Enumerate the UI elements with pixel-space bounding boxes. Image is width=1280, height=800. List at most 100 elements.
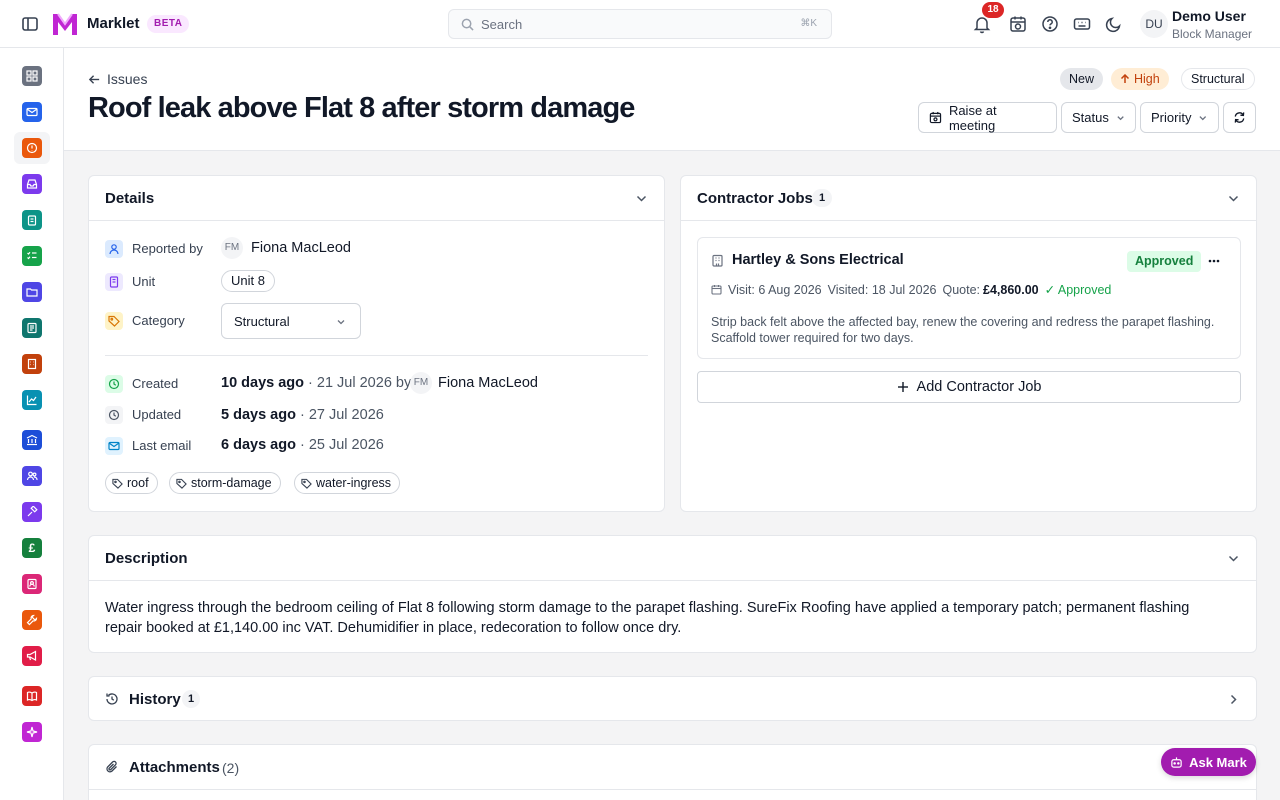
details-card-header[interactable]: Details	[89, 176, 664, 221]
rail-item-inbox[interactable]	[14, 168, 50, 200]
rail-item-reports[interactable]	[14, 312, 50, 344]
created-value: 10 days ago · 21 Jul 2026 by	[221, 375, 412, 391]
rail-item-announcements[interactable]	[14, 640, 50, 672]
search-input[interactable]	[481, 15, 761, 33]
rail-item-knowledge[interactable]	[14, 680, 50, 712]
attachments-count: (2)	[222, 760, 240, 776]
quote-value: £4,860.00	[983, 282, 1039, 297]
status-chip: New	[1060, 68, 1104, 90]
rail-item-checklists[interactable]	[14, 240, 50, 272]
user-avatar[interactable]: DU	[1140, 10, 1168, 38]
description-header[interactable]: Description	[89, 536, 1256, 581]
sidebar-toggle-icon[interactable]	[20, 14, 40, 34]
last-email-label: Last email	[132, 438, 192, 453]
creator-name[interactable]: Fiona MacLeod	[438, 375, 538, 391]
reporter-name[interactable]: Fiona MacLeod	[251, 240, 351, 256]
arrow-up-icon	[1120, 74, 1130, 83]
creator-avatar: FM	[410, 372, 432, 394]
status-dropdown[interactable]: Status	[1061, 102, 1136, 133]
pound-icon: £	[22, 538, 42, 558]
rail-item-issues[interactable]	[14, 132, 50, 164]
details-divider	[105, 355, 648, 356]
user-role: Block Manager	[1172, 27, 1253, 41]
refresh-icon	[1234, 112, 1245, 123]
clock-icon	[105, 375, 123, 393]
rail-item-mail[interactable]	[14, 96, 50, 128]
more-horizontal-icon[interactable]	[1207, 254, 1221, 268]
rail-item-documents[interactable]	[14, 276, 50, 308]
rail-item-tasks[interactable]	[14, 204, 50, 236]
keyboard-icon[interactable]	[1072, 14, 1092, 34]
paperclip-icon	[106, 760, 117, 773]
left-nav-rail: £	[0, 48, 64, 800]
chevron-down-icon[interactable]	[1227, 192, 1240, 205]
app-name: Marklet	[87, 15, 140, 32]
rail-item-contractors[interactable]	[14, 604, 50, 636]
rail-item-bank[interactable]	[14, 424, 50, 456]
person-icon	[105, 240, 123, 258]
tag-icon	[112, 478, 123, 489]
rail-item-people[interactable]	[14, 460, 50, 492]
grid-icon	[22, 66, 42, 86]
user-name[interactable]: Demo User	[1172, 8, 1246, 24]
rail-item-contacts[interactable]	[14, 568, 50, 600]
ask-mark-button[interactable]: Ask Mark	[1161, 748, 1256, 776]
contractor-name[interactable]: Hartley & Sons Electrical	[732, 252, 904, 268]
tag-chip[interactable]: water-ingress	[294, 472, 401, 494]
rail-item-finance[interactable]: £	[14, 532, 50, 564]
tag-icon	[176, 478, 187, 489]
category-chip: Structural	[1181, 68, 1255, 90]
rail-item-analytics[interactable]	[14, 384, 50, 416]
add-contractor-job-button[interactable]: Add Contractor Job	[697, 371, 1241, 403]
reporter-avatar: FM	[221, 237, 243, 259]
folder-icon	[22, 282, 42, 302]
chevron-down-icon[interactable]	[1227, 552, 1240, 565]
arrow-left-icon	[88, 74, 100, 84]
chart-icon	[22, 390, 42, 410]
tag-chip[interactable]: roof	[105, 472, 158, 494]
sparkle-icon	[22, 722, 42, 742]
updated-label: Updated	[132, 407, 182, 422]
rail-item-buildings[interactable]	[14, 348, 50, 380]
rail-item-legal[interactable]	[14, 496, 50, 528]
contractor-jobs-header[interactable]: Contractor Jobs 1	[681, 176, 1256, 221]
rail-item-dashboard[interactable]	[14, 60, 50, 92]
category-select[interactable]: Structural	[221, 303, 361, 339]
back-to-issues-link[interactable]: Issues	[88, 70, 147, 88]
description-card: Description Water ingress through the be…	[88, 535, 1257, 653]
mail-icon	[105, 437, 123, 455]
history-card[interactable]: History 1	[88, 676, 1257, 721]
tag-chip[interactable]: storm-damage	[169, 472, 281, 494]
unit-pill[interactable]: Unit 8	[221, 270, 275, 292]
help-icon[interactable]	[1040, 14, 1060, 34]
calendar-clock-icon[interactable]	[1008, 14, 1028, 34]
raise-at-meeting-button[interactable]: Raise at meeting	[918, 102, 1057, 133]
contractor-jobs-count: 1	[812, 189, 832, 207]
search-bar[interactable]: ⌘K	[448, 9, 832, 39]
people-icon	[22, 466, 42, 486]
plus-icon	[897, 382, 908, 392]
contractor-job-item[interactable]: Hartley & Sons Electrical Approved Visit…	[697, 237, 1241, 359]
attachments-header[interactable]: Attachments (2)	[89, 745, 1256, 790]
tag-icon	[301, 478, 312, 489]
chevron-right-icon[interactable]	[1227, 693, 1240, 706]
unit-icon	[105, 273, 123, 291]
chevron-down-icon	[1199, 115, 1207, 120]
chevron-down-icon[interactable]	[635, 192, 648, 205]
building-icon	[22, 354, 42, 374]
clipboard-icon	[22, 210, 42, 230]
page-title: Roof leak above Flat 8 after storm damag…	[88, 92, 635, 124]
contact-icon	[22, 574, 42, 594]
priority-dropdown[interactable]: Priority	[1140, 102, 1219, 133]
robot-icon	[1171, 756, 1182, 768]
description-text: Water ingress through the bedroom ceilin…	[105, 600, 1190, 636]
attachments-card: Attachments (2)	[88, 744, 1257, 800]
moon-icon[interactable]	[1104, 14, 1124, 34]
details-card: Details Reported by FM Fiona MacLeod Uni…	[88, 175, 665, 512]
description-title: Description	[105, 550, 188, 567]
report-icon	[22, 318, 42, 338]
refresh-button[interactable]	[1223, 102, 1256, 133]
rail-item-ai-assistant[interactable]	[14, 716, 50, 748]
marklet-logo[interactable]	[52, 12, 78, 36]
book-icon	[22, 686, 42, 706]
